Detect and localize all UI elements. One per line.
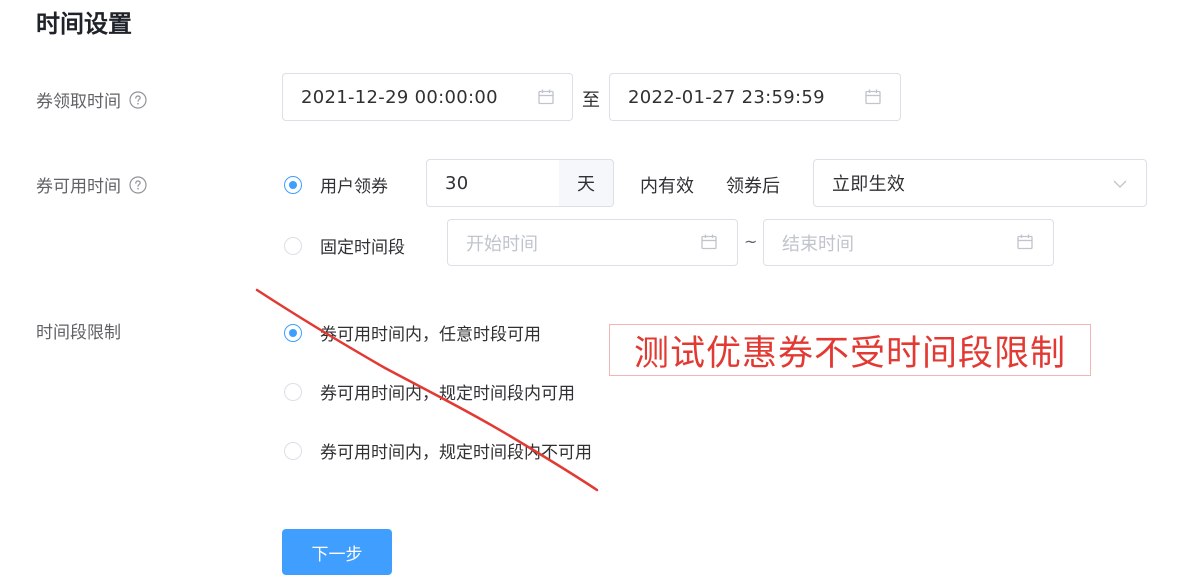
fixed-start-placeholder: 开始时间 [466, 233, 538, 255]
chevron-down-icon[interactable] [1112, 177, 1128, 191]
radio-period-any-label: 券可用时间内，任意时段可用 [320, 325, 541, 345]
fixed-end-input[interactable]: 结束时间 [763, 219, 1054, 266]
calendar-icon [701, 234, 717, 250]
claim-time-label-text: 券领取时间 [36, 92, 121, 112]
help-circle-icon[interactable] [129, 175, 147, 194]
valid-days-unit: 天 [559, 159, 614, 207]
claim-start-date-input[interactable]: 2021-12-29 00:00:00 [282, 73, 573, 121]
after-claim-text: 领券后 [726, 176, 780, 197]
effective-select-value: 立即生效 [832, 174, 906, 195]
next-step-button[interactable]: 下一步 [282, 529, 392, 575]
annotation-box: 测试优惠券不受时间段限制 [609, 324, 1091, 376]
radio-period-any[interactable]: 券可用时间内，任意时段可用 [284, 320, 541, 345]
fixed-start-input[interactable]: 开始时间 [447, 219, 738, 266]
effective-select[interactable]: 立即生效 [813, 159, 1147, 207]
usable-time-label: 券可用时间 [36, 172, 147, 197]
annotation-text: 测试优惠券不受时间段限制 [633, 333, 1066, 374]
claim-end-date-input[interactable]: 2022-01-27 23:59:59 [609, 73, 901, 121]
radio-period-allowed-circle[interactable] [284, 382, 302, 401]
valid-days-input[interactable]: 30 [426, 159, 560, 207]
fixed-range-separator: ~ [744, 232, 758, 251]
section-title: 时间设置 [36, 10, 132, 38]
calendar-icon [1017, 234, 1033, 250]
radio-fixed-period-circle[interactable] [284, 236, 302, 255]
period-limit-label: 时间段限制 [36, 323, 121, 343]
calendar-icon [865, 89, 881, 105]
claim-range-separator: 至 [582, 90, 600, 111]
radio-period-any-circle[interactable] [284, 323, 302, 342]
radio-period-blocked-label: 券可用时间内，规定时间段内不可用 [320, 443, 592, 463]
radio-period-blocked-circle[interactable] [284, 441, 302, 460]
radio-fixed-period[interactable]: 固定时间段 [284, 233, 405, 258]
radio-period-blocked[interactable]: 券可用时间内，规定时间段内不可用 [284, 438, 592, 463]
radio-user-claim[interactable]: 用户领券 [284, 172, 388, 197]
valid-days-value: 30 [445, 172, 469, 194]
radio-user-claim-circle[interactable] [284, 175, 302, 194]
claim-end-date-value: 2022-01-27 23:59:59 [628, 86, 825, 108]
claim-start-date-value: 2021-12-29 00:00:00 [301, 86, 498, 108]
valid-suffix-text: 内有效 [640, 176, 694, 197]
usable-time-label-text: 券可用时间 [36, 177, 121, 197]
help-circle-icon[interactable] [129, 90, 147, 109]
calendar-icon [538, 89, 554, 105]
radio-period-allowed-label: 券可用时间内，规定时间段内可用 [320, 384, 575, 404]
radio-user-claim-label: 用户领券 [320, 177, 388, 197]
fixed-end-placeholder: 结束时间 [782, 233, 854, 255]
radio-period-allowed[interactable]: 券可用时间内，规定时间段内可用 [284, 379, 575, 404]
claim-time-label: 券领取时间 [36, 87, 147, 112]
radio-fixed-period-label: 固定时间段 [320, 238, 405, 258]
